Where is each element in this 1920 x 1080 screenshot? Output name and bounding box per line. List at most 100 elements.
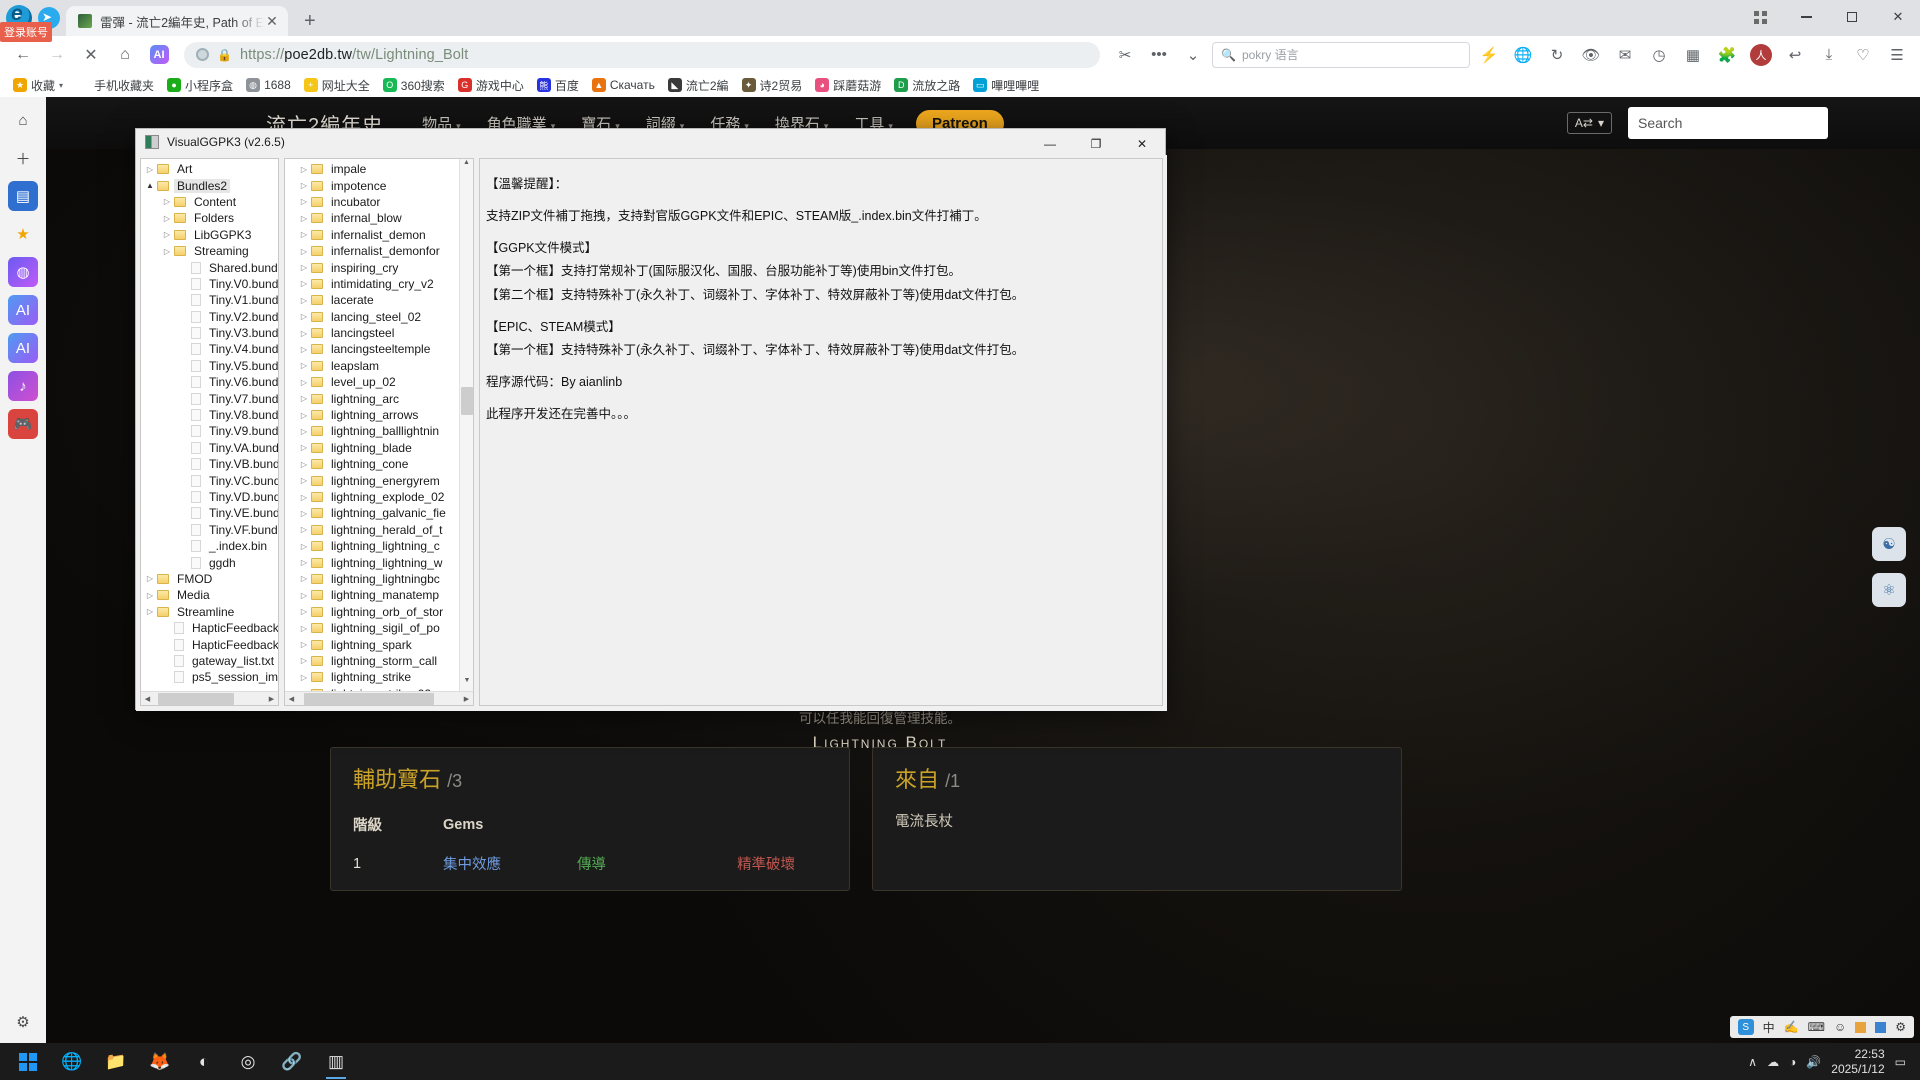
tree-node[interactable]: ▷ FMOD: [141, 571, 278, 587]
tree-node[interactable]: Shared.bundle.bi: [141, 259, 278, 275]
scroll-up-icon[interactable]: ▲: [460, 159, 473, 173]
chevron-right-icon[interactable]: ▷: [160, 230, 174, 239]
scroll-left-icon[interactable]: ◀: [141, 695, 154, 703]
chevron-right-icon[interactable]: ▷: [143, 607, 157, 616]
sidebar-add-icon[interactable]: ＋: [8, 143, 38, 173]
ime-keyboard-icon[interactable]: ⌨: [1808, 1020, 1825, 1034]
stop-icon[interactable]: ✕: [76, 40, 106, 70]
notification-icon[interactable]: ▭: [1895, 1055, 1906, 1069]
taskbar-link-icon[interactable]: 🔗: [270, 1043, 314, 1080]
chevron-right-icon[interactable]: ▷: [297, 656, 311, 665]
chevron-right-icon[interactable]: ▷: [297, 279, 311, 288]
tree-node[interactable]: ▷ Streamline: [141, 604, 278, 620]
tree-node[interactable]: ▷ infernal_blow: [285, 210, 459, 226]
chevron-right-icon[interactable]: ▷: [297, 607, 311, 616]
taskbar-clock[interactable]: 22:53 2025/1/12: [1831, 1047, 1884, 1077]
hscroll-thumb[interactable]: [158, 692, 234, 705]
tree-node[interactable]: ▷ lancingsteeltemple: [285, 341, 459, 357]
bookmark-item[interactable]: ▭ 嗶哩嗶哩: [968, 75, 1044, 96]
close-window-button[interactable]: ✕: [1876, 0, 1920, 34]
tree-node[interactable]: ▷ lightning_blade: [285, 440, 459, 456]
tray-cloud-icon[interactable]: ☁: [1767, 1055, 1779, 1069]
login-account-badge[interactable]: 登录账号: [0, 22, 52, 42]
ime-settings-icon[interactable]: ⚙: [1895, 1020, 1906, 1034]
secondary-search-box[interactable]: 🔍 pokry 语言: [1212, 41, 1470, 68]
ai-assistant-icon[interactable]: AI: [144, 40, 174, 70]
browser-tab[interactable]: 雷彈 - 流亡2編年史, Path of E ✕: [66, 6, 288, 36]
tree-node[interactable]: ▷ Content: [141, 194, 278, 210]
user-account-icon[interactable]: 人: [1746, 40, 1776, 70]
chevron-right-icon[interactable]: ▷: [297, 460, 311, 469]
chevron-right-icon[interactable]: ▷: [143, 574, 157, 583]
middle-tree-vscrollbar[interactable]: ▲ ▼: [459, 159, 473, 691]
bookmark-item[interactable]: + 网址大全: [299, 75, 375, 96]
tray-network-icon[interactable]: ◑: [1789, 1055, 1796, 1069]
visualggpk3-window[interactable]: VisualGGPK3 (v2.6.5) — ❐ ✕ ▷ Art ▲ Bundles2…: [135, 128, 1167, 711]
tree-node[interactable]: ▷ lightning_arc: [285, 390, 459, 406]
tree-node[interactable]: ▷ lightning_arrows: [285, 407, 459, 423]
tree-node[interactable]: ▷ intimidating_cry_v2: [285, 276, 459, 292]
tree-node[interactable]: ▷ inspiring_cry: [285, 259, 459, 275]
sidebar-ai-icon[interactable]: AI: [8, 295, 38, 325]
sidebar-bookmark-icon[interactable]: ▤: [8, 181, 38, 211]
chevron-right-icon[interactable]: ▷: [297, 673, 311, 682]
tree-node[interactable]: ▷ impotence: [285, 177, 459, 193]
tree-node[interactable]: Tiny.V9.bundle.b: [141, 423, 278, 439]
taskbar-chrome-icon[interactable]: ◎: [226, 1043, 270, 1080]
tray-volume-icon[interactable]: 🔊: [1806, 1055, 1821, 1069]
ime-sogou-icon[interactable]: S: [1737, 1019, 1754, 1035]
back-icon[interactable]: ←: [8, 40, 38, 70]
site-search-input[interactable]: Search: [1628, 107, 1828, 139]
chevron-right-icon[interactable]: ▷: [160, 197, 174, 206]
tree-node[interactable]: ▷ lightning_herald_of_t: [285, 522, 459, 538]
tree-node[interactable]: ▷ lancing_steel_02: [285, 309, 459, 325]
tree-node[interactable]: ▷ infernalist_demonfor: [285, 243, 459, 259]
tree-node[interactable]: ▷ lightning_spark: [285, 636, 459, 652]
tree-node[interactable]: Tiny.V7.bundle.b: [141, 390, 278, 406]
scroll-down-icon[interactable]: ▼: [460, 677, 473, 691]
tree-node[interactable]: ▷ Streaming: [141, 243, 278, 259]
tree-node[interactable]: ▷ lacerate: [285, 292, 459, 308]
chevron-right-icon[interactable]: ▷: [297, 378, 311, 387]
heart-icon[interactable]: ♡: [1848, 40, 1878, 70]
bookmark-item[interactable]: ▯ 手机收藏夹: [71, 75, 159, 96]
refresh-extension-icon[interactable]: ↻: [1542, 40, 1572, 70]
taskbar-explorer-icon[interactable]: 📁: [94, 1043, 138, 1080]
clock-icon[interactable]: ◷: [1644, 40, 1674, 70]
ggpk-middle-tree[interactable]: ▷ impale ▷ impotence ▷ incubator ▷ infernal_blo…: [285, 159, 459, 691]
tree-node[interactable]: ps5_session_image.j: [141, 669, 278, 685]
tree-node[interactable]: Tiny.VD.bundle.b: [141, 489, 278, 505]
ime-handwriting-icon[interactable]: ✍: [1784, 1020, 1799, 1034]
taskbar-firefox-icon[interactable]: 🦊: [138, 1043, 182, 1080]
eye-icon[interactable]: 👁: [1576, 40, 1606, 70]
hscroll-thumb[interactable]: [304, 692, 434, 705]
chevron-right-icon[interactable]: ▷: [297, 509, 311, 518]
tree-node[interactable]: ▷ lightning_strike: [285, 669, 459, 685]
forward-icon[interactable]: →: [42, 40, 72, 70]
sidebar-home-icon[interactable]: ⌂: [8, 105, 38, 135]
tab-close-icon[interactable]: ✕: [264, 13, 280, 30]
language-selector[interactable]: A⇄ ▾: [1566, 112, 1612, 134]
tree-node[interactable]: ggdh: [141, 554, 278, 570]
sidebar-music-icon[interactable]: ♪: [8, 371, 38, 401]
tree-node[interactable]: Tiny.V1.bundle.b: [141, 292, 278, 308]
chevron-right-icon[interactable]: ▷: [297, 427, 311, 436]
tree-node[interactable]: Tiny.V0.bundle.b: [141, 276, 278, 292]
ggpk-middle-tree-panel[interactable]: ▷ impale ▷ impotence ▷ incubator ▷ infernal_blo…: [284, 158, 474, 706]
tree-node[interactable]: Tiny.V6.bundle.b: [141, 374, 278, 390]
from-item[interactable]: 電流長杖: [895, 810, 1379, 831]
tree-node[interactable]: ▷ lightning_energyrem: [285, 472, 459, 488]
tree-node[interactable]: ▷ impale: [285, 161, 459, 177]
mail-icon[interactable]: ✉: [1610, 40, 1640, 70]
chevron-right-icon[interactable]: ▷: [297, 476, 311, 485]
tree-node[interactable]: Tiny.V5.bundle.b: [141, 358, 278, 374]
chevron-right-icon[interactable]: ▷: [297, 197, 311, 206]
tree-node[interactable]: ▷ lightning_sigil_of_po: [285, 620, 459, 636]
tree-node[interactable]: Tiny.VF.bundle.bi: [141, 522, 278, 538]
bookmark-item[interactable]: ◕ 踩蘑菇游: [810, 75, 886, 96]
tree-node[interactable]: ▷ Art: [141, 161, 278, 177]
tree-node[interactable]: ▷ lightning_storm_call: [285, 653, 459, 669]
tree-node[interactable]: ▷ leapslam: [285, 358, 459, 374]
tree-node[interactable]: ▷ incubator: [285, 194, 459, 210]
puzzle-icon[interactable]: 🧩: [1712, 40, 1742, 70]
